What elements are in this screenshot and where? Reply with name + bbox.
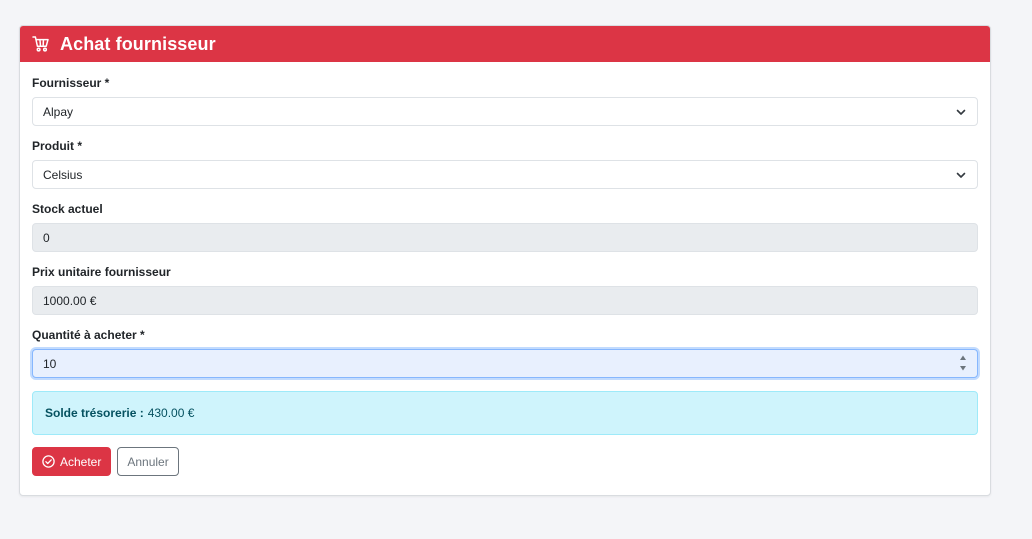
product-select-value: Celsius <box>43 167 83 182</box>
check-circle-icon <box>42 455 55 468</box>
cancel-button[interactable]: Annuler <box>117 447 179 476</box>
quantity-value: 10 <box>43 356 57 371</box>
quantity-label: Quantité à acheter * <box>32 328 145 342</box>
card-header: Achat fournisseur <box>20 26 990 62</box>
chevron-down-icon <box>955 106 967 118</box>
unit-price-label: Prix unitaire fournisseur <box>32 265 171 279</box>
treasury-label: Solde trésorerie : <box>45 406 144 420</box>
product-label: Produit * <box>32 139 82 153</box>
page-title: Achat fournisseur <box>60 33 216 54</box>
spin-up-icon[interactable] <box>959 354 967 362</box>
product-select[interactable]: Celsius <box>32 160 978 189</box>
purchase-card: Achat fournisseur Fournisseur * Alpay Pr… <box>19 25 991 496</box>
supplier-field: Fournisseur * Alpay <box>32 76 978 126</box>
unit-price-field: Prix unitaire fournisseur 1000.00 € <box>32 265 978 315</box>
treasury-alert: Solde trésorerie : 430.00 € <box>32 391 978 435</box>
quantity-field: Quantité à acheter * 10 <box>32 328 978 378</box>
supplier-select-value: Alpay <box>43 104 74 119</box>
cart-icon <box>32 35 50 53</box>
chevron-down-icon <box>955 169 967 181</box>
stock-label: Stock actuel <box>32 202 103 216</box>
spin-down-icon[interactable] <box>959 364 967 372</box>
stock-field: Stock actuel 0 <box>32 202 978 252</box>
quantity-spinner[interactable] <box>959 354 967 372</box>
buy-button-label: Acheter <box>60 454 102 469</box>
stock-input: 0 <box>32 223 978 252</box>
treasury-value: 430.00 € <box>147 406 195 420</box>
buy-button[interactable]: Acheter <box>32 447 112 476</box>
form-actions: Acheter Annuler <box>32 447 978 476</box>
unit-price-value: 1000.00 € <box>43 293 97 308</box>
quantity-stepper[interactable]: 10 <box>32 349 978 378</box>
supplier-label: Fournisseur * <box>32 76 110 90</box>
stock-value: 0 <box>43 230 50 245</box>
supplier-select[interactable]: Alpay <box>32 97 978 126</box>
product-field: Produit * Celsius <box>32 139 978 189</box>
cancel-button-label: Annuler <box>127 454 169 469</box>
unit-price-input: 1000.00 € <box>32 286 978 315</box>
